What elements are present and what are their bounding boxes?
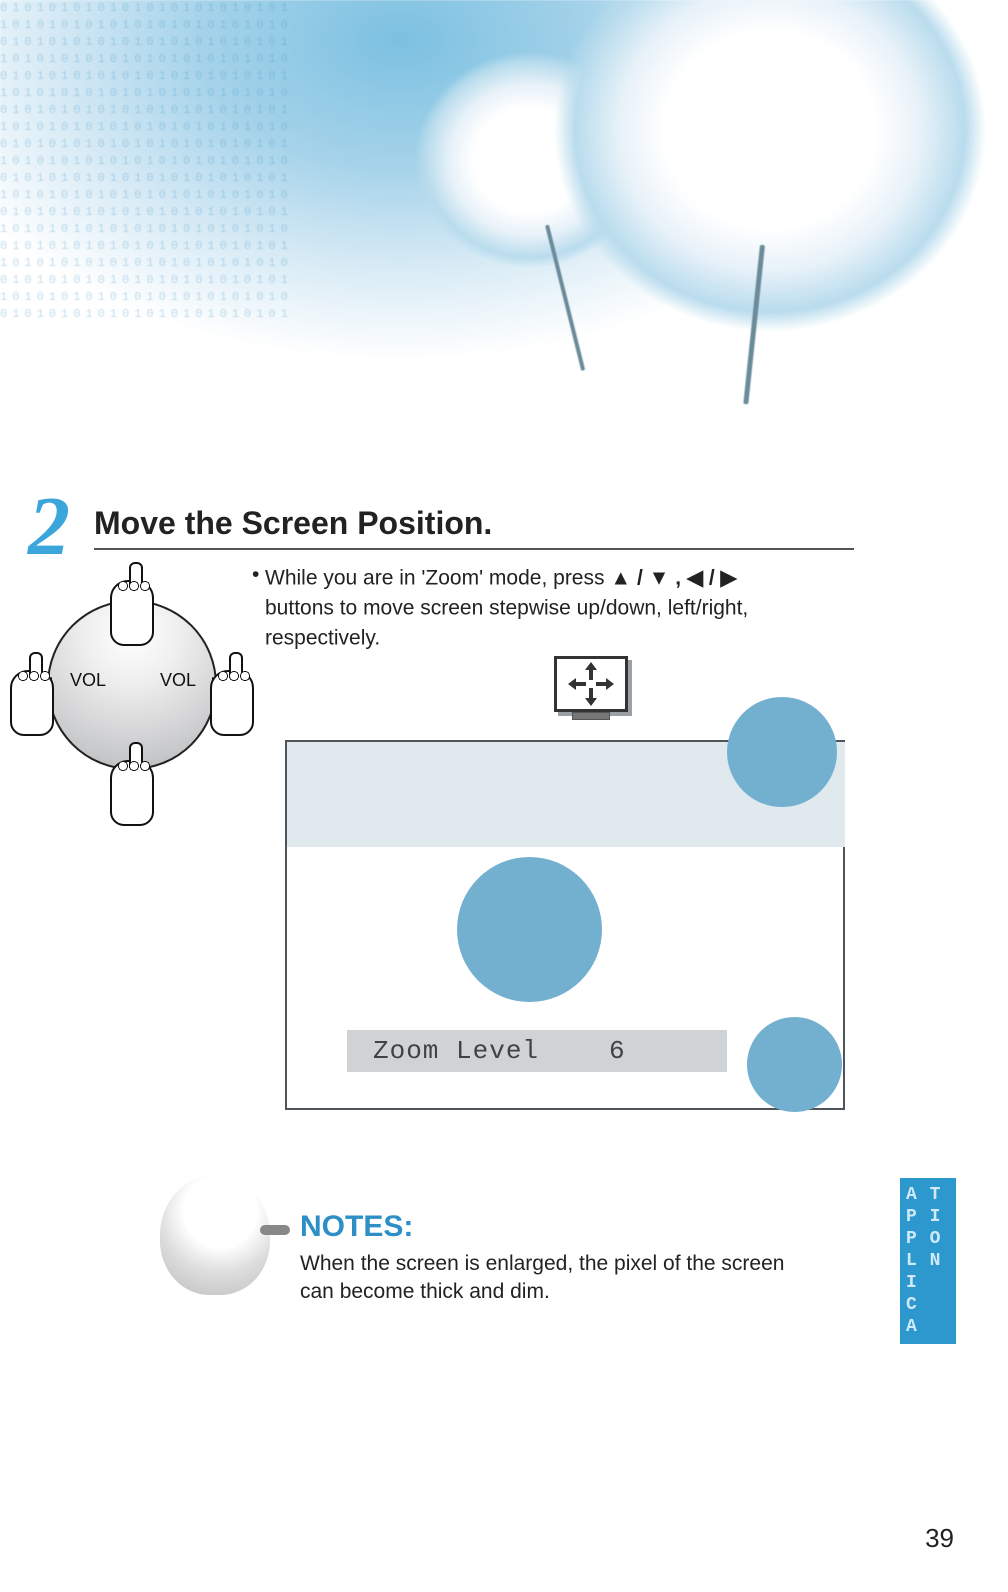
zoom-level-bar: Zoom Level 6 (347, 1030, 727, 1072)
zoom-dot (457, 857, 602, 1002)
instruction-bullet: • (252, 563, 259, 587)
dpad-vol-left: VOL (70, 670, 106, 691)
instruction-line: buttons to move screen stepwise up/down,… (265, 593, 748, 623)
notes-body: When the screen is enlarged, the pixel o… (300, 1250, 820, 1306)
zoom-dot (747, 1017, 842, 1112)
zoom-diagram: Zoom Level 6 (285, 740, 845, 1110)
instruction-line: While you are in 'Zoom' mode, press ▲ / … (265, 563, 737, 593)
notes-heading: NOTES: (300, 1210, 413, 1244)
notes-character-illustration (160, 1175, 270, 1295)
zoom-level-label: Zoom Level (373, 1036, 539, 1066)
step-number: 2 (28, 485, 70, 569)
instruction-text: buttons to move screen stepwise up/down,… (265, 596, 748, 619)
page-number: 39 (925, 1523, 954, 1554)
header-dandelion-art: 010101010101010101010101 101010101010101… (0, 0, 1008, 410)
hand-left-icon (10, 670, 54, 736)
hand-down-icon (110, 760, 154, 826)
instruction-arrows-icon: ▲ / ▼ , ◀ / ▶ (610, 566, 736, 589)
hand-right-icon (210, 670, 254, 736)
instruction-text: While you are in 'Zoom' mode, press (265, 566, 610, 589)
dpad-vol-right: VOL (160, 670, 196, 691)
section-tab-application: A T P I P O L N I C A (900, 1178, 956, 1344)
zoom-level-value: 6 (609, 1036, 626, 1066)
step-title-rule (94, 548, 854, 550)
hand-up-icon (110, 580, 154, 646)
dpad-illustration: VOL VOL (12, 560, 252, 840)
move-screen-icon (554, 656, 628, 722)
instruction-text: respectively. (265, 626, 380, 649)
instruction-line: respectively. (265, 623, 380, 653)
zoom-dot (727, 697, 837, 807)
step-title: Move the Screen Position. (94, 505, 492, 542)
